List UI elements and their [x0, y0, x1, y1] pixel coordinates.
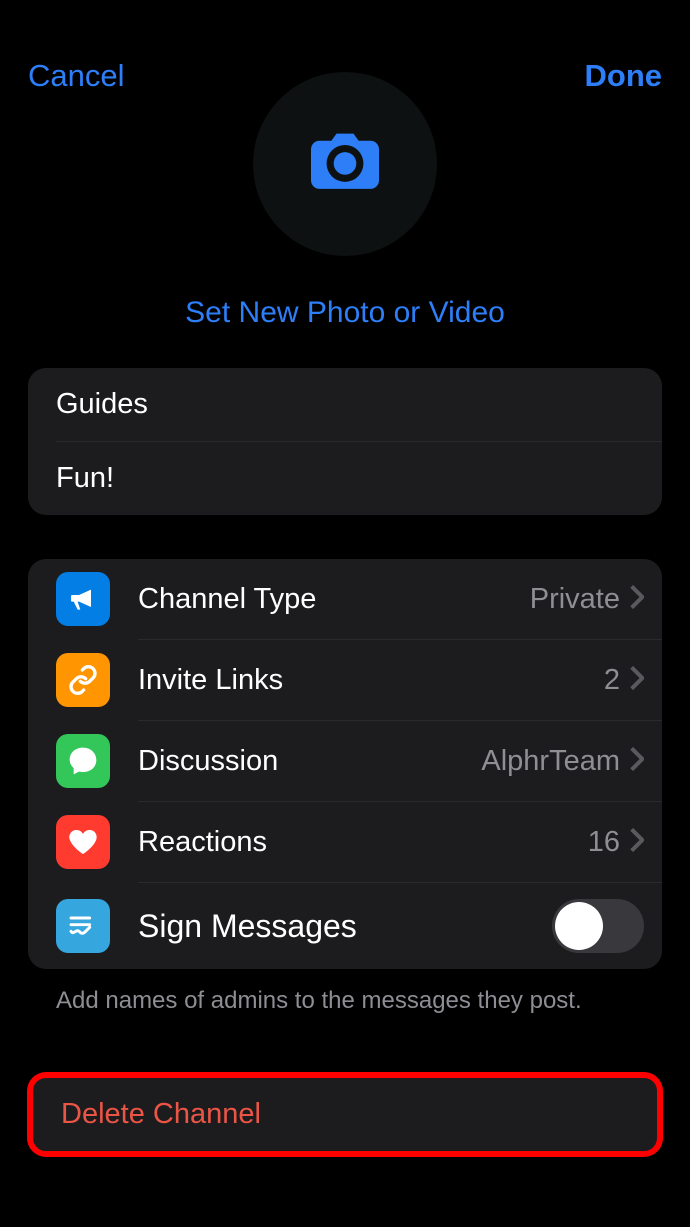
- sign-messages-row: Sign Messages: [28, 883, 662, 969]
- done-button[interactable]: Done: [585, 58, 663, 94]
- channel-type-row[interactable]: Channel Type Private: [28, 559, 662, 639]
- discussion-value: AlphrTeam: [481, 745, 620, 778]
- heart-icon: [56, 815, 110, 869]
- channel-name-field[interactable]: Guides: [28, 368, 662, 441]
- delete-channel-button[interactable]: Delete Channel: [28, 1073, 662, 1156]
- invite-links-label: Invite Links: [138, 664, 604, 697]
- chevron-right-icon: [630, 828, 644, 857]
- toggle-knob: [555, 902, 603, 950]
- invite-links-value: 2: [604, 664, 620, 697]
- discussion-label: Discussion: [138, 745, 481, 778]
- avatar-section: Set New Photo or Video: [0, 72, 690, 330]
- channel-type-label: Channel Type: [138, 583, 530, 616]
- invite-links-row[interactable]: Invite Links 2: [28, 640, 662, 720]
- link-icon: [56, 653, 110, 707]
- settings-card: Channel Type Private Invite Links 2 Disc…: [28, 559, 662, 969]
- reactions-value: 16: [588, 826, 620, 859]
- channel-type-value: Private: [530, 583, 620, 616]
- cancel-button[interactable]: Cancel: [28, 58, 125, 94]
- sign-messages-toggle[interactable]: [552, 899, 644, 953]
- delete-channel-label: Delete Channel: [61, 1098, 629, 1131]
- set-photo-button[interactable]: Set New Photo or Video: [185, 296, 505, 330]
- megaphone-icon: [56, 572, 110, 626]
- channel-description-field[interactable]: Fun!: [28, 442, 662, 515]
- discussion-row[interactable]: Discussion AlphrTeam: [28, 721, 662, 801]
- reactions-row[interactable]: Reactions 16: [28, 802, 662, 882]
- sign-messages-hint: Add names of admins to the messages they…: [56, 987, 662, 1015]
- sign-messages-label: Sign Messages: [138, 908, 552, 945]
- reactions-label: Reactions: [138, 826, 588, 859]
- chat-bubble-icon: [56, 734, 110, 788]
- info-card: Guides Fun!: [28, 368, 662, 515]
- chevron-right-icon: [630, 585, 644, 614]
- chevron-right-icon: [630, 747, 644, 776]
- camera-icon: [311, 132, 379, 197]
- signature-icon: [56, 899, 110, 953]
- avatar-placeholder[interactable]: [253, 72, 437, 256]
- chevron-right-icon: [630, 666, 644, 695]
